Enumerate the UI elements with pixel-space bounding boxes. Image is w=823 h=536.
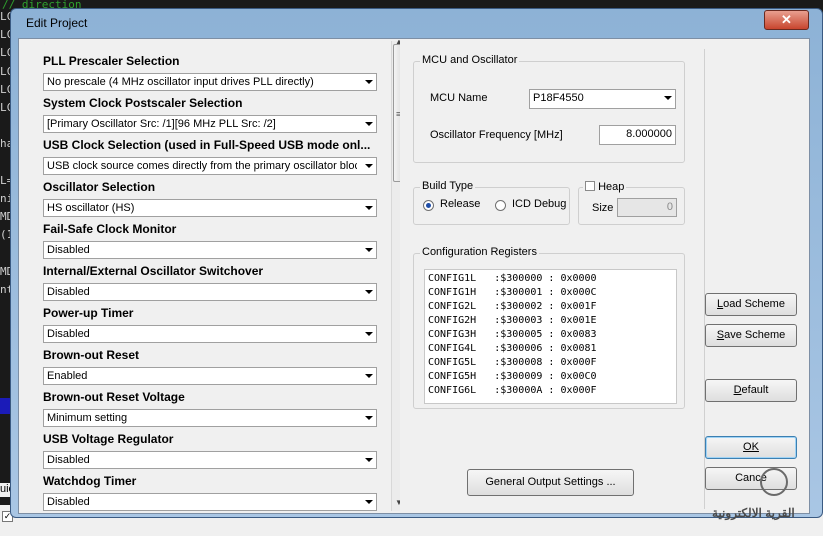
mcu-name-label: MCU Name: [430, 92, 488, 104]
default-button[interactable]: Default: [705, 379, 797, 402]
register-row: CONFIG5L :$300008 : 0x000F: [428, 357, 597, 368]
setting-label: Brown-out Reset Voltage: [43, 390, 185, 404]
close-button[interactable]: ✕: [764, 10, 809, 30]
setting-dropdown[interactable]: Disabled: [43, 493, 377, 511]
setting-dropdown[interactable]: [Primary Oscillator Src: /1][96 MHz PLL …: [43, 115, 377, 133]
chevron-down-icon: [365, 80, 373, 84]
watermark-text: القرية الالكترونية: [712, 506, 795, 520]
setting-label: Brown-out Reset: [43, 348, 139, 362]
save-scheme-hotkey: S: [716, 329, 725, 341]
scrollbar-thumb[interactable]: ≡: [393, 44, 400, 182]
scroll-down-icon[interactable]: ▼: [395, 498, 400, 507]
chevron-down-icon: [664, 96, 672, 100]
chevron-down-icon: [365, 122, 373, 126]
setting-dropdown[interactable]: USB clock source comes directly from the…: [43, 157, 377, 175]
setting-value: HS oscillator (HS): [47, 202, 135, 214]
chevron-down-icon: [365, 458, 373, 462]
release-label[interactable]: Release: [440, 198, 480, 210]
setting-dropdown[interactable]: Disabled: [43, 283, 377, 301]
heap-size-label: Size: [592, 202, 614, 214]
grip-icon: ≡: [396, 109, 400, 119]
setting-dropdown[interactable]: No prescale (4 MHz oscillator input driv…: [43, 73, 377, 91]
setting-dropdown[interactable]: Disabled: [43, 241, 377, 259]
setting-dropdown[interactable]: Disabled: [43, 451, 377, 469]
dialog-title: Edit Project: [26, 16, 88, 30]
ok-label: OK: [743, 441, 759, 453]
default-hotkey: D: [733, 384, 742, 396]
default-label: efault: [741, 384, 769, 396]
save-scheme-label: ave Scheme: [724, 329, 786, 341]
setting-value: USB clock source comes directly from the…: [47, 160, 357, 172]
setting-dropdown[interactable]: Enabled: [43, 367, 377, 385]
setting-label: Oscillator Selection: [43, 180, 156, 194]
group-title: MCU and Oscillator: [420, 54, 520, 66]
watermark-logo-icon: [760, 468, 788, 496]
dialog-client-area: PLL Prescaler Selection No prescale (4 MH…: [18, 38, 810, 514]
heap-group: Heap Size 0: [578, 180, 685, 225]
heap-title: Heap: [583, 180, 627, 193]
edit-project-dialog: Edit Project ✕ PLL Prescaler Selection No…: [10, 8, 823, 518]
heap-checkbox[interactable]: [585, 181, 595, 191]
mcu-name-dropdown[interactable]: P18F4550: [529, 89, 676, 109]
setting-value: Disabled: [47, 286, 90, 298]
register-row: CONFIG1H :$300001 : 0x000C: [428, 287, 597, 298]
register-row: CONFIG2H :$300003 : 0x001E: [428, 315, 597, 326]
setting-dropdown[interactable]: Minimum setting: [43, 409, 377, 427]
setting-value: Minimum setting: [47, 412, 128, 424]
setting-label: Power-up Timer: [43, 306, 134, 320]
chevron-down-icon: [365, 332, 373, 336]
setting-label: USB Clock Selection (used in Full-Speed …: [43, 138, 371, 152]
setting-dropdown[interactable]: HS oscillator (HS): [43, 199, 377, 217]
setting-value: [Primary Oscillator Src: /1][96 MHz PLL …: [47, 118, 276, 130]
settings-scrollbar[interactable]: ▲ ≡ ▼: [391, 40, 400, 511]
load-scheme-label: oad Scheme: [723, 298, 785, 310]
chevron-down-icon: [365, 248, 373, 252]
setting-label: Watchdog Timer: [43, 474, 137, 488]
mcu-oscillator-group: MCU and Oscillator MCU Name P18F4550 Osc…: [413, 54, 685, 163]
chevron-down-icon: [365, 374, 373, 378]
group-title: Configuration Registers: [420, 246, 539, 258]
setting-dropdown[interactable]: Disabled: [43, 325, 377, 343]
icd-debug-radio[interactable]: [495, 200, 506, 211]
chevron-down-icon: [365, 164, 373, 168]
icd-debug-label[interactable]: ICD Debug: [512, 198, 566, 210]
setting-value: No prescale (4 MHz oscillator input driv…: [47, 76, 314, 88]
general-output-settings-button[interactable]: General Output Settings ...: [467, 469, 634, 496]
setting-value: Disabled: [47, 244, 90, 256]
setting-value: Disabled: [47, 328, 90, 340]
ok-button[interactable]: OK: [705, 436, 797, 459]
setting-label: Internal/External Oscillator Switchover: [43, 264, 264, 278]
heap-label[interactable]: Heap: [598, 181, 624, 193]
chevron-down-icon: [365, 416, 373, 420]
load-scheme-button[interactable]: Load Scheme: [705, 293, 797, 316]
build-type-group: Build Type Release ICD Debug: [413, 180, 570, 225]
chevron-down-icon: [365, 500, 373, 504]
setting-label: USB Voltage Regulator: [43, 432, 174, 446]
register-row: CONFIG6L :$30000A : 0x000F: [428, 385, 597, 396]
setting-value: Disabled: [47, 454, 90, 466]
oscillator-frequency-label: Oscillator Frequency [MHz]: [430, 129, 563, 141]
mcu-name-value: P18F4550: [533, 92, 584, 104]
oscillator-frequency-input[interactable]: 8.000000: [599, 125, 676, 145]
registers-list: CONFIG1L :$300000 : 0x0000 CONFIG1H :$300…: [424, 269, 677, 404]
save-scheme-button[interactable]: Save Scheme: [705, 324, 797, 347]
setting-label: Fail-Safe Clock Monitor: [43, 222, 177, 236]
release-radio[interactable]: [423, 200, 434, 211]
setting-label: PLL Prescaler Selection: [43, 54, 180, 68]
heap-size-input[interactable]: 0: [617, 198, 677, 217]
register-row: CONFIG1L :$300000 : 0x0000: [428, 273, 597, 284]
chevron-down-icon: [365, 206, 373, 210]
config-settings-panel: PLL Prescaler Selection No prescale (4 MH…: [20, 40, 400, 512]
setting-label: System Clock Postscaler Selection: [43, 96, 243, 110]
setting-value: Disabled: [47, 496, 90, 508]
chevron-down-icon: [365, 290, 373, 294]
register-row: CONFIG3H :$300005 : 0x0083: [428, 329, 597, 340]
group-title: Build Type: [420, 180, 476, 192]
register-row: CONFIG5H :$300009 : 0x00C0: [428, 371, 597, 382]
setting-value: Enabled: [47, 370, 88, 382]
register-row: CONFIG4L :$300006 : 0x0081: [428, 343, 597, 354]
register-row: CONFIG2L :$300002 : 0x001F: [428, 301, 597, 312]
configuration-registers-group: Configuration Registers CONFIG1L :$30000…: [413, 246, 685, 409]
